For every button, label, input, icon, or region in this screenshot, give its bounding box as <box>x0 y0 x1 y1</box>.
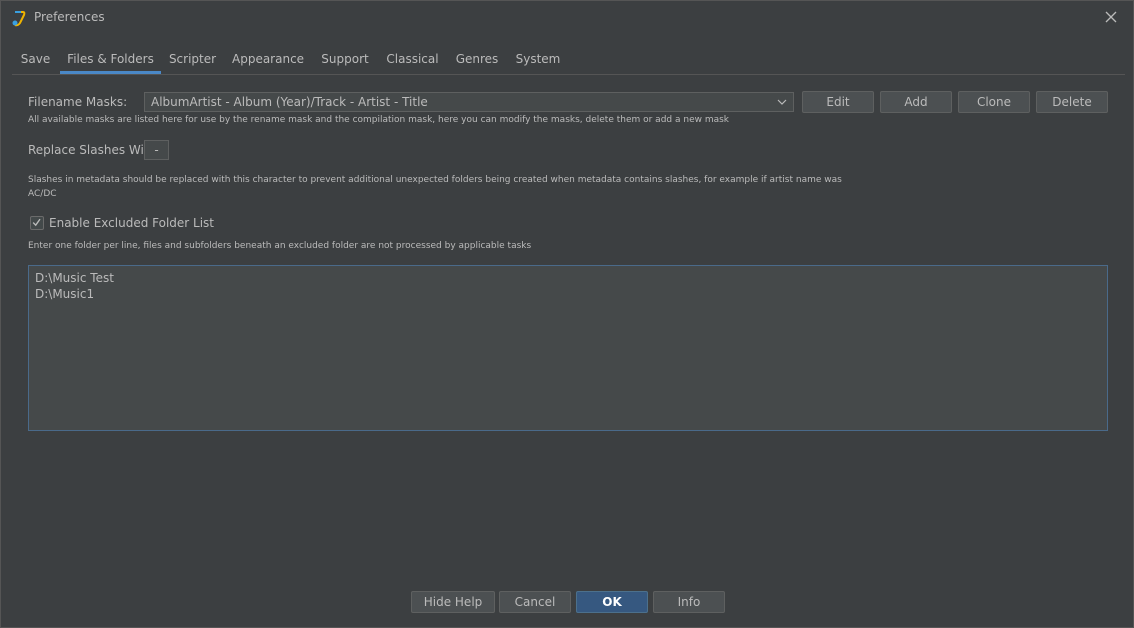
title-bar: Preferences <box>1 1 1133 34</box>
tab-support[interactable]: Support <box>316 45 374 73</box>
cancel-button[interactable]: Cancel <box>499 591 571 613</box>
excluded-folders-textarea[interactable]: D:\Music Test D:\Music1 <box>28 265 1108 431</box>
delete-mask-button[interactable]: Delete <box>1036 91 1108 113</box>
excluded-folder-line: D:\Music1 <box>35 287 95 301</box>
replace-slashes-help-line1: Slashes in metadata should be replaced w… <box>28 175 842 185</box>
edit-mask-button[interactable]: Edit <box>802 91 874 113</box>
excluded-folder-line: D:\Music Test <box>35 271 114 285</box>
clone-mask-button[interactable]: Clone <box>958 91 1030 113</box>
replace-slashes-label: Replace Slashes With <box>28 143 157 157</box>
tab-classical[interactable]: Classical <box>384 45 441 73</box>
excluded-folders-help: Enter one folder per line, files and sub… <box>28 241 532 251</box>
add-mask-button[interactable]: Add <box>880 91 952 113</box>
tab-system[interactable]: System <box>512 45 564 73</box>
window-title: Preferences <box>34 10 105 24</box>
close-icon[interactable] <box>1103 9 1119 25</box>
tab-files-folders[interactable]: Files & Folders <box>60 45 161 74</box>
replace-slashes-help-line2: AC/DC <box>28 189 57 199</box>
checkmark-icon <box>32 218 41 227</box>
replace-slashes-field[interactable]: - <box>144 140 169 160</box>
app-logo-icon <box>12 11 26 27</box>
enable-excluded-folders-label[interactable]: Enable Excluded Folder List <box>49 216 214 230</box>
tab-save[interactable]: Save <box>12 45 59 73</box>
filename-masks-dropdown[interactable]: AlbumArtist - Album (Year)/Track - Artis… <box>144 92 794 112</box>
enable-excluded-folders-checkbox[interactable] <box>30 216 44 230</box>
tab-scripter[interactable]: Scripter <box>164 45 221 73</box>
tab-bar: Save Files & Folders Scripter Appearance… <box>12 45 1125 75</box>
tab-appearance[interactable]: Appearance <box>232 45 304 73</box>
filename-masks-label: Filename Masks: <box>28 95 128 109</box>
filename-masks-help: All available masks are listed here for … <box>28 115 730 125</box>
tab-genres[interactable]: Genres <box>453 45 501 73</box>
ok-button[interactable]: OK <box>576 591 648 613</box>
filename-masks-selected: AlbumArtist - Album (Year)/Track - Artis… <box>151 95 428 109</box>
info-button[interactable]: Info <box>653 591 725 613</box>
hide-help-button[interactable]: Hide Help <box>411 591 495 613</box>
chevron-down-icon <box>777 99 787 105</box>
preferences-window: Preferences Save Files & Folders Scripte… <box>0 0 1134 628</box>
